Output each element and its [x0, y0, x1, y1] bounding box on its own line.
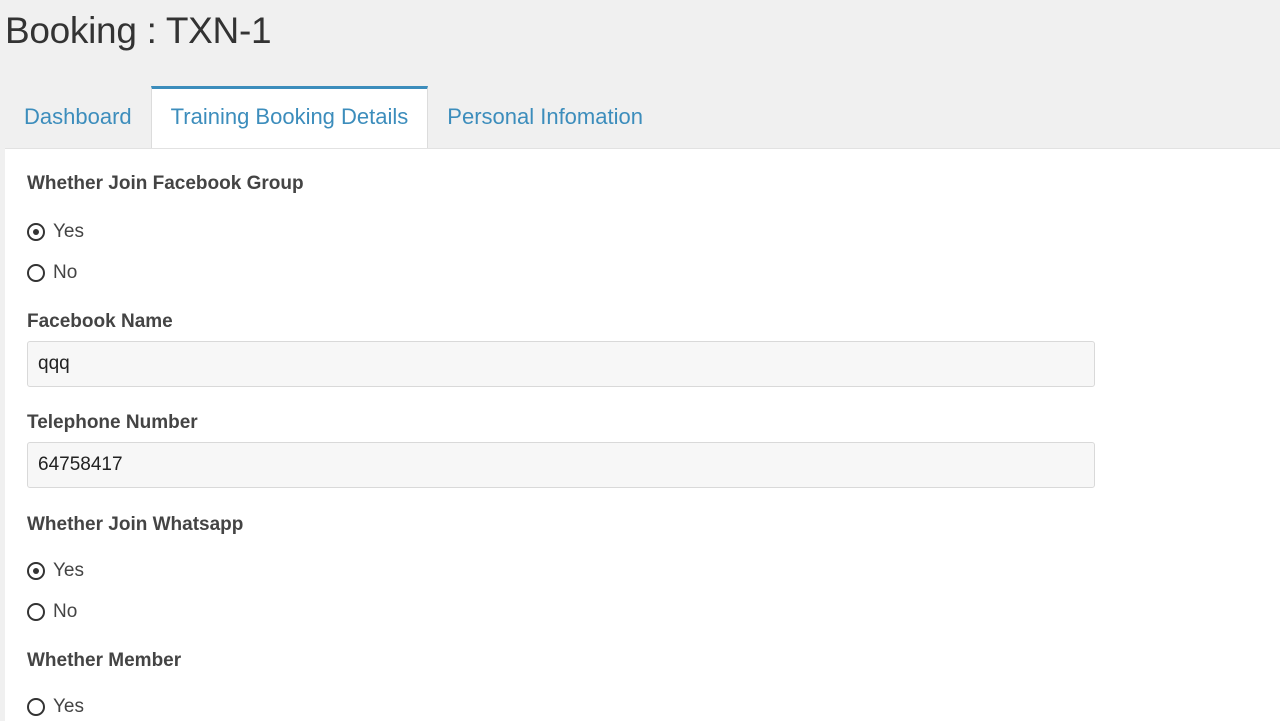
tab-personal-information[interactable]: Personal Infomation: [428, 86, 662, 148]
facebook-group-yes-radio[interactable]: Yes: [27, 221, 84, 243]
member-yes-radio[interactable]: Yes: [27, 696, 84, 718]
tab-dashboard[interactable]: Dashboard: [5, 86, 151, 148]
radio-unchecked-icon: [27, 264, 45, 282]
radio-label: No: [53, 601, 78, 622]
radio-unchecked-icon: [27, 698, 45, 716]
whatsapp-yes-radio[interactable]: Yes: [27, 560, 84, 582]
telephone-number-label: Telephone Number: [27, 412, 198, 433]
radio-checked-icon: [27, 562, 45, 580]
telephone-number-field[interactable]: [27, 442, 1095, 488]
radio-label: Yes: [53, 560, 84, 581]
page-title: Booking : TXN-1: [5, 10, 272, 51]
facebook-name-field[interactable]: [27, 341, 1095, 387]
facebook-group-label: Whether Join Facebook Group: [27, 173, 304, 194]
radio-checked-icon: [27, 223, 45, 241]
radio-label: Yes: [53, 696, 84, 717]
radio-label: No: [53, 262, 78, 283]
whatsapp-no-radio[interactable]: No: [27, 601, 77, 623]
member-label: Whether Member: [27, 650, 182, 671]
facebook-group-no-radio[interactable]: No: [27, 262, 77, 284]
tab-training-booking-details[interactable]: Training Booking Details: [150, 86, 429, 148]
radio-label: Yes: [53, 221, 84, 242]
tab-bar: Dashboard Training Booking Details Perso…: [5, 86, 662, 148]
whatsapp-label: Whether Join Whatsapp: [27, 514, 244, 535]
facebook-name-label: Facebook Name: [27, 311, 173, 332]
booking-details-panel: Whether Join Facebook Group Yes No Faceb…: [5, 148, 1280, 721]
radio-unchecked-icon: [27, 603, 45, 621]
